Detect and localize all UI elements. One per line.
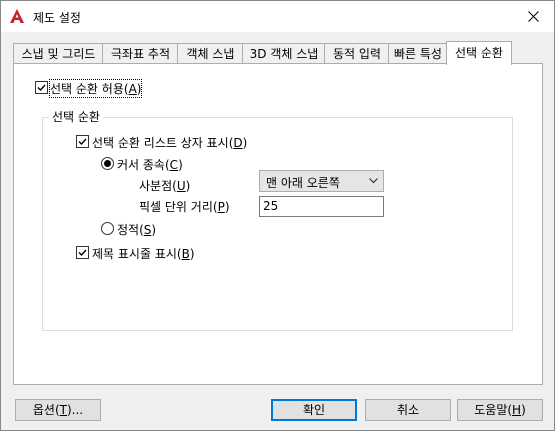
allow-cycling-label[interactable]: 선택 순환 허용(A) bbox=[48, 79, 143, 98]
selection-cycling-panel: 선택 순환 허용(A) 선택 순환 선택 순환 리스트 상자 표시(D) 커서 … bbox=[13, 63, 543, 385]
tab-object-snap[interactable]: 객체 스냅 bbox=[177, 43, 244, 64]
static-radio[interactable] bbox=[101, 222, 114, 235]
pixel-distance-label: 픽셀 단위 거리(P) bbox=[139, 200, 230, 214]
quadrant-dropdown[interactable]: 맨 아래 오른쪽 bbox=[259, 170, 384, 192]
close-icon bbox=[528, 11, 539, 22]
quadrant-value: 맨 아래 오른쪽 bbox=[266, 176, 340, 190]
pixel-distance-input[interactable] bbox=[263, 199, 373, 213]
tab-selection-cycling[interactable]: 선택 순환 bbox=[446, 41, 512, 65]
cancel-button[interactable]: 취소 bbox=[365, 399, 451, 421]
static-label[interactable]: 정적(S) bbox=[117, 221, 156, 238]
checkmark-icon bbox=[78, 249, 87, 257]
tab-quick-properties[interactable]: 빠른 특성 bbox=[388, 43, 448, 64]
options-button[interactable]: 옵션(T)... bbox=[15, 399, 101, 421]
pixel-distance-field[interactable] bbox=[259, 196, 384, 217]
autocad-logo-icon bbox=[9, 8, 25, 24]
help-button[interactable]: 도움말(H) bbox=[457, 399, 543, 421]
show-title-bar-label[interactable]: 제목 표시줄 표시(B) bbox=[92, 245, 195, 262]
window-title: 제도 설정 bbox=[33, 11, 81, 25]
close-button[interactable] bbox=[512, 1, 554, 32]
radio-selected-dot bbox=[104, 160, 111, 167]
tab-polar-tracking[interactable]: 극좌표 추적 bbox=[102, 43, 179, 64]
tab-snap-and-grid[interactable]: 스냅 및 그리드 bbox=[13, 43, 104, 64]
show-list-box-label[interactable]: 선택 순환 리스트 상자 표시(D) bbox=[92, 134, 247, 151]
checkmark-icon bbox=[37, 84, 46, 92]
ok-button[interactable]: 확인 bbox=[271, 399, 357, 421]
cursor-dependent-label[interactable]: 커서 종속(C) bbox=[117, 156, 183, 173]
cursor-dependent-radio[interactable] bbox=[101, 157, 114, 170]
allow-cycling-checkbox[interactable] bbox=[35, 81, 48, 94]
checkmark-icon bbox=[78, 138, 87, 146]
tab-dynamic-input[interactable]: 동적 입력 bbox=[324, 43, 390, 64]
show-title-bar-checkbox[interactable] bbox=[76, 246, 89, 259]
title-bar: 제도 설정 bbox=[1, 1, 554, 32]
show-list-box-checkbox[interactable] bbox=[76, 135, 89, 148]
quadrant-label: 사분점(U) bbox=[139, 179, 191, 193]
chevron-down-icon bbox=[369, 178, 378, 184]
tab-3d-object-snap[interactable]: 3D 객체 스냅 bbox=[242, 43, 326, 64]
drafting-settings-dialog: 제도 설정 스냅 및 그리드 극좌표 추적 객체 스냅 3D 객체 스냅 동적 … bbox=[0, 0, 555, 431]
group-title: 선택 순환 bbox=[49, 108, 103, 125]
